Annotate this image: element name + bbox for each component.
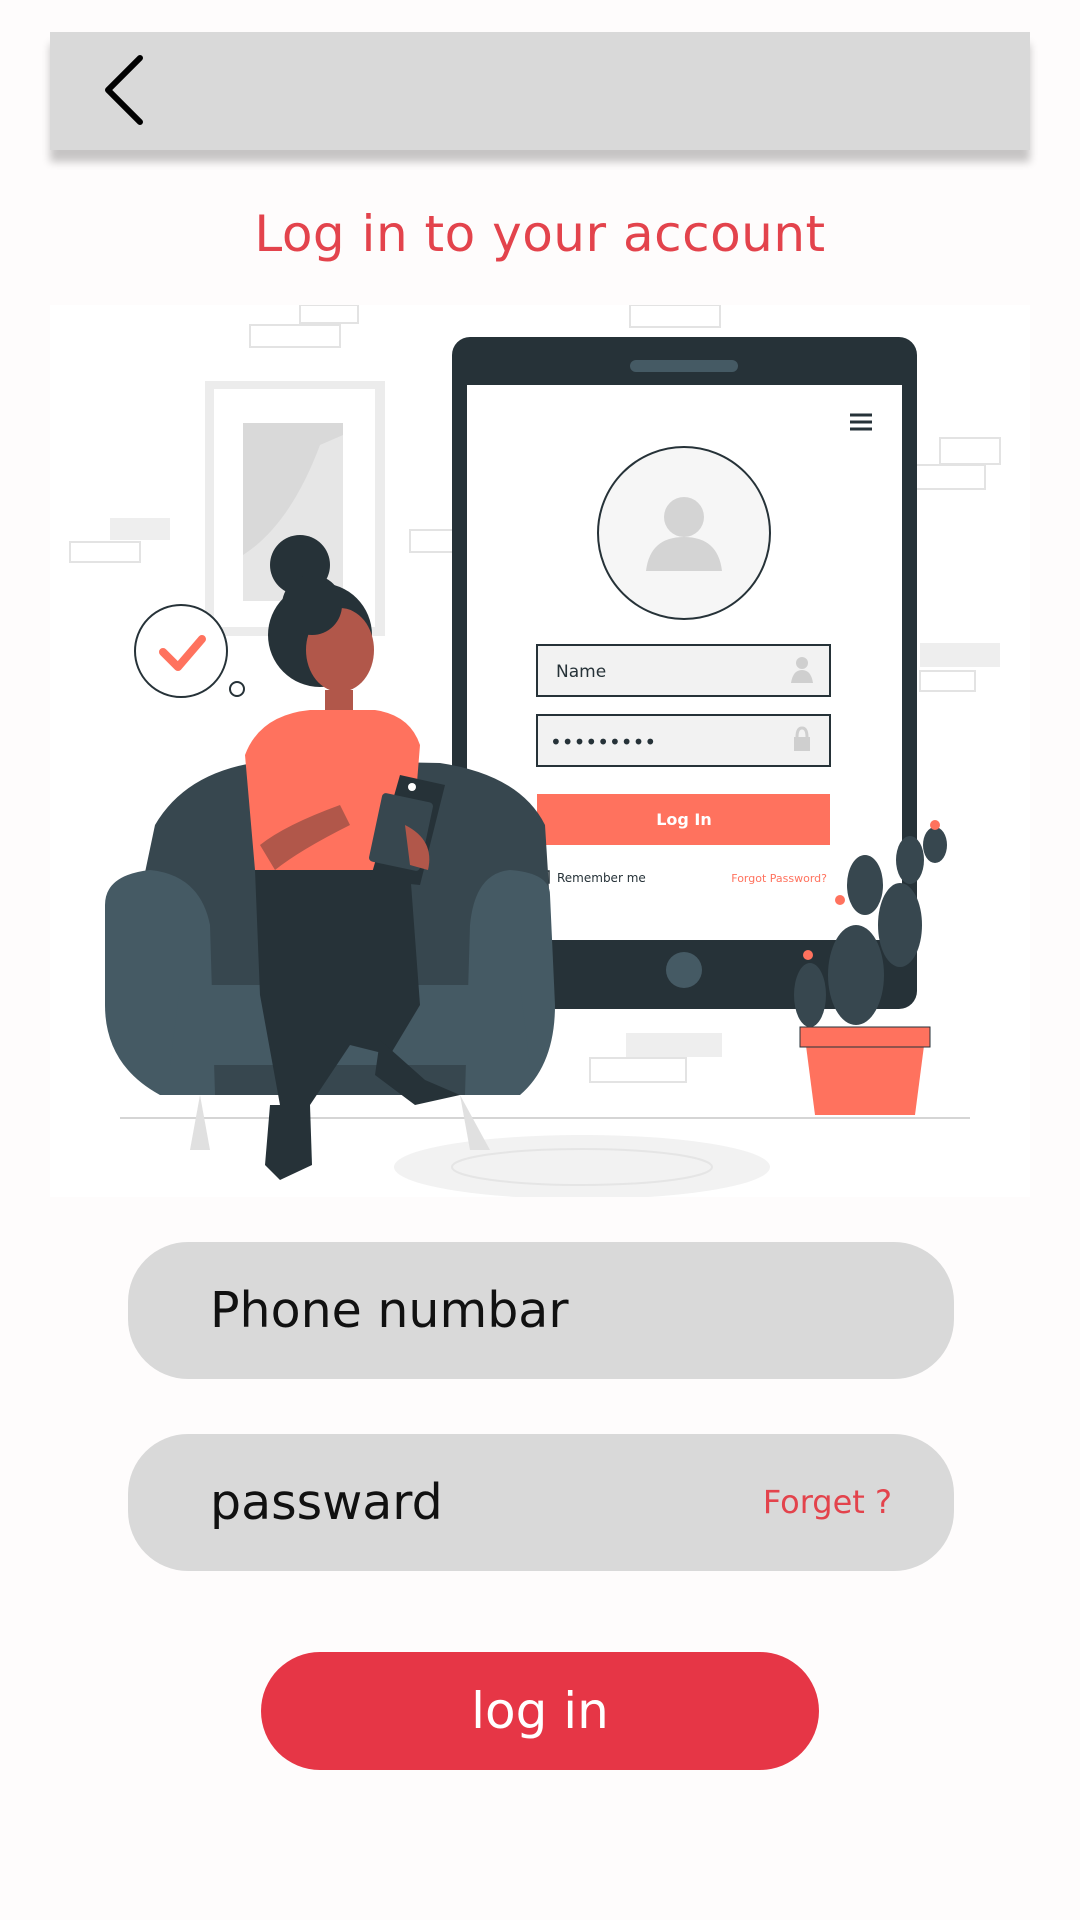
password-field[interactable]: passward Forget ? xyxy=(128,1434,954,1571)
top-bar xyxy=(50,32,1030,150)
chevron-left-icon xyxy=(105,55,143,125)
login-illustration: Name ••••••••• Log In Remember me Forgot… xyxy=(50,304,1030,1199)
screen-password-mask: ••••••••• xyxy=(550,730,656,754)
password-text: passward xyxy=(210,1474,443,1531)
screen-forgot-label: Forgot Password? xyxy=(731,872,827,885)
back-button[interactable] xyxy=(90,50,170,130)
page-title: Log in to your account xyxy=(254,205,826,263)
screen-remember-label: Remember me xyxy=(557,871,646,885)
forget-password-link[interactable]: Forget ? xyxy=(763,1434,892,1571)
phone-number-field[interactable]: Phone numbar xyxy=(128,1242,954,1379)
screen-name-label: Name xyxy=(556,662,606,682)
screen-login-label: Log In xyxy=(656,810,712,829)
login-button[interactable]: log in xyxy=(261,1652,819,1770)
phone-number-text: Phone numbar xyxy=(210,1282,569,1339)
